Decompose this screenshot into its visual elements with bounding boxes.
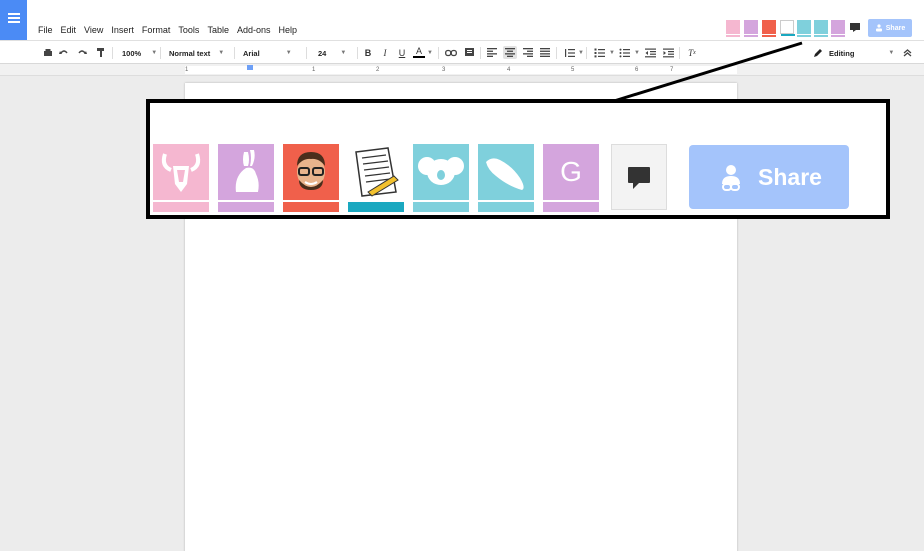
- ruler-number: 1: [185, 67, 189, 73]
- share-button-small[interactable]: Share: [868, 19, 912, 37]
- ruler-number: 1: [312, 67, 316, 73]
- numbered-list-caret-icon[interactable]: ▼: [606, 46, 618, 59]
- undo-icon[interactable]: [58, 46, 70, 59]
- bold-icon[interactable]: B: [362, 46, 374, 59]
- collaborator-rabbit-avatar[interactable]: [744, 20, 758, 37]
- comments-icon[interactable]: [848, 20, 862, 34]
- zoom-share-button: Share: [689, 145, 849, 209]
- redo-icon[interactable]: [76, 46, 88, 59]
- insert-comment-icon[interactable]: [463, 46, 475, 59]
- font-size-value: 24: [318, 48, 327, 58]
- ruler-number: 5: [571, 67, 575, 73]
- italic-icon[interactable]: I: [379, 46, 391, 59]
- editing-mode-dropdown[interactable]: Editing ▼: [813, 45, 894, 61]
- menu-insert[interactable]: Insert: [107, 25, 138, 35]
- ruler-page-area: 1 1 2 3 4 5 6 7: [185, 65, 737, 74]
- increase-indent-icon[interactable]: [662, 46, 674, 59]
- person-bitmoji-icon: [297, 152, 325, 190]
- collapse-toolbar-icon[interactable]: [901, 46, 913, 59]
- ruler-number: 4: [507, 67, 511, 73]
- align-right-icon[interactable]: [522, 46, 534, 59]
- collaborator-g-avatar[interactable]: [831, 20, 845, 37]
- menu-addons[interactable]: Add-ons: [233, 25, 275, 35]
- align-justify-icon[interactable]: [539, 46, 551, 59]
- koala-icon: [418, 157, 464, 185]
- link-icon[interactable]: [445, 46, 457, 59]
- underline-icon[interactable]: U: [396, 46, 408, 59]
- zoom-rabbit-avatar: [218, 144, 274, 212]
- text-color-caret-icon[interactable]: ▼: [424, 46, 436, 59]
- ruler-number: 2: [376, 67, 380, 73]
- ruler-number: 6: [635, 67, 639, 73]
- docs-logo-icon[interactable]: [0, 0, 27, 40]
- comment-icon: [628, 167, 650, 189]
- zoom-seal-avatar: [478, 144, 534, 212]
- header-bar: File Edit View Insert Format Tools Table…: [0, 0, 924, 40]
- zoom-goat-avatar: [153, 144, 209, 212]
- zoom-document-avatar: [348, 144, 404, 212]
- collaborator-document-avatar[interactable]: [780, 20, 795, 36]
- zoom-value: 100%: [122, 48, 142, 58]
- zoom-person-avatar: [283, 144, 339, 212]
- editing-mode-label: Editing: [829, 48, 855, 58]
- zoom-share-label: Share: [758, 163, 822, 190]
- zoom-dropdown[interactable]: 100% ▼: [122, 45, 157, 61]
- menu-format[interactable]: Format: [138, 25, 175, 35]
- horizontal-ruler: 1 1 2 3 4 5 6 7: [0, 64, 924, 76]
- walrus-icon: [486, 158, 524, 190]
- numbered-list-icon[interactable]: [593, 46, 605, 59]
- collaborators-zoom-callout: G Share: [146, 99, 890, 219]
- font-value: Arial: [243, 48, 260, 58]
- menu-bar: File Edit View Insert Format Tools Table…: [34, 25, 301, 35]
- zoom-koala-avatar: [413, 144, 469, 212]
- decrease-indent-icon[interactable]: [644, 46, 656, 59]
- zoom-g-avatar: G: [543, 144, 599, 212]
- menu-view[interactable]: View: [80, 25, 107, 35]
- pencil-icon: [814, 49, 822, 57]
- formatting-toolbar: 100% ▼ Normal text ▼ Arial ▼ 24 ▼ B I U A ▼ …: [0, 40, 924, 64]
- paint-format-icon[interactable]: [95, 46, 107, 59]
- ruler-number: 3: [442, 67, 446, 73]
- collaborator-goat-avatar[interactable]: [726, 20, 740, 37]
- collaborator-seal-avatar[interactable]: [814, 20, 828, 37]
- document-pencil-icon: [355, 147, 399, 197]
- share-small-label: Share: [885, 24, 906, 32]
- collaborator-koala-avatar[interactable]: [797, 20, 811, 37]
- align-left-icon[interactable]: [486, 46, 498, 59]
- menu-help[interactable]: Help: [274, 25, 301, 35]
- menu-table[interactable]: Table: [203, 25, 233, 35]
- print-icon[interactable]: [42, 46, 54, 59]
- bulleted-list-icon[interactable]: [618, 46, 630, 59]
- align-center-icon[interactable]: [503, 46, 517, 59]
- rabbit-icon: [235, 150, 259, 192]
- menu-file[interactable]: File: [34, 25, 57, 35]
- goat-icon: [161, 153, 201, 192]
- style-dropdown[interactable]: Normal text ▼: [169, 45, 224, 61]
- avatar-letter: G: [560, 156, 582, 187]
- style-value: Normal text: [169, 48, 211, 58]
- line-spacing-icon[interactable]: [563, 46, 575, 59]
- ruler-indent-marker[interactable]: [247, 65, 253, 70]
- menu-tools[interactable]: Tools: [174, 25, 203, 35]
- ruler-number: 7: [670, 67, 674, 73]
- zoom-comments-button: [611, 144, 667, 210]
- share-person-icon: [875, 24, 882, 32]
- share-person-icon: [722, 165, 741, 191]
- bulleted-list-caret-icon[interactable]: ▼: [631, 46, 643, 59]
- font-size-dropdown[interactable]: 24 ▼: [318, 45, 346, 61]
- menu-edit[interactable]: Edit: [57, 25, 81, 35]
- font-dropdown[interactable]: Arial ▼: [243, 45, 292, 61]
- clear-formatting-icon[interactable]: Tx: [686, 46, 698, 59]
- collaborator-person-avatar[interactable]: [762, 20, 776, 37]
